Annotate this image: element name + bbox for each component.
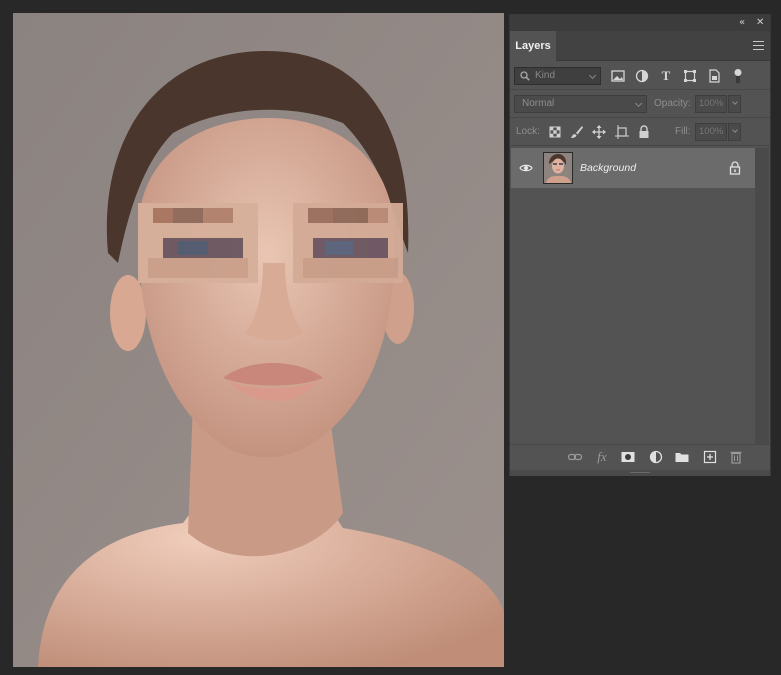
hamburger-menu-icon[interactable] <box>753 41 764 50</box>
panel-header-bar: « ✕ <box>510 15 770 31</box>
new-layer-icon[interactable] <box>702 449 718 465</box>
layer-list-scrollbar[interactable] <box>755 148 769 444</box>
panel-resize-grip[interactable] <box>510 470 770 476</box>
double-chevron-left-icon[interactable]: « <box>739 16 745 30</box>
lock-row: Lock: Fill: 100% <box>510 118 770 146</box>
layers-panel: « ✕ Layers Kind T Normal Opacity: 100% L… <box>509 14 771 476</box>
add-mask-icon[interactable] <box>620 449 636 465</box>
chevron-down-icon <box>634 99 643 108</box>
lock-all-icon[interactable] <box>636 124 652 140</box>
layer-name[interactable]: Background <box>580 148 636 188</box>
eye-icon[interactable] <box>519 162 533 174</box>
layers-bottom-toolbar: fx <box>510 444 770 468</box>
blend-row: Normal Opacity: 100% <box>510 90 770 118</box>
filter-row: Kind T <box>510 62 770 90</box>
lock-transparent-icon[interactable] <box>547 124 563 140</box>
fx-icon[interactable]: fx <box>594 449 610 465</box>
fill-dropdown-button[interactable] <box>728 123 741 141</box>
image-filter-icon[interactable] <box>610 68 626 84</box>
lock-pixels-icon[interactable] <box>569 124 585 140</box>
kind-filter-select[interactable]: Kind <box>514 67 601 85</box>
fill-input[interactable]: 100% <box>695 123 727 141</box>
opacity-dropdown-button[interactable] <box>728 95 741 113</box>
trash-icon[interactable] <box>728 449 744 465</box>
link-layers-icon[interactable] <box>567 449 583 465</box>
document-canvas[interactable] <box>13 13 504 667</box>
adjustment-filter-icon[interactable] <box>634 68 650 84</box>
lock-artboard-icon[interactable] <box>614 124 630 140</box>
opacity-label: Opacity: <box>654 98 691 109</box>
lock-position-icon[interactable] <box>591 124 607 140</box>
lock-icon[interactable] <box>729 161 741 175</box>
fill-label: Fill: <box>675 126 691 137</box>
adjustment-layer-icon[interactable] <box>648 449 664 465</box>
shape-filter-icon[interactable] <box>682 68 698 84</box>
layer-thumbnail <box>543 152 573 184</box>
type-filter-icon[interactable]: T <box>658 68 674 84</box>
portrait-photo <box>13 13 504 667</box>
layer-row-background[interactable]: Background <box>511 148 755 188</box>
lock-label: Lock: <box>516 126 540 137</box>
opacity-input[interactable]: 100% <box>695 95 727 113</box>
kind-filter-label: Kind <box>535 70 556 81</box>
blend-mode-select[interactable]: Normal <box>514 95 647 113</box>
thumbnail-image <box>544 153 572 183</box>
tab-layers[interactable]: Layers <box>510 31 556 61</box>
blend-mode-value: Normal <box>522 98 555 109</box>
panel-tab-bar: Layers <box>510 31 770 61</box>
layer-list-empty-area[interactable] <box>511 188 755 444</box>
smart-object-filter-icon[interactable] <box>706 68 722 84</box>
search-icon <box>520 71 530 81</box>
new-group-icon[interactable] <box>674 449 690 465</box>
chevron-down-icon <box>732 99 738 105</box>
filter-toggle-icon[interactable] <box>730 68 746 84</box>
close-icon[interactable]: ✕ <box>756 16 764 30</box>
chevron-down-icon <box>732 127 738 133</box>
chevron-down-icon <box>588 71 597 80</box>
